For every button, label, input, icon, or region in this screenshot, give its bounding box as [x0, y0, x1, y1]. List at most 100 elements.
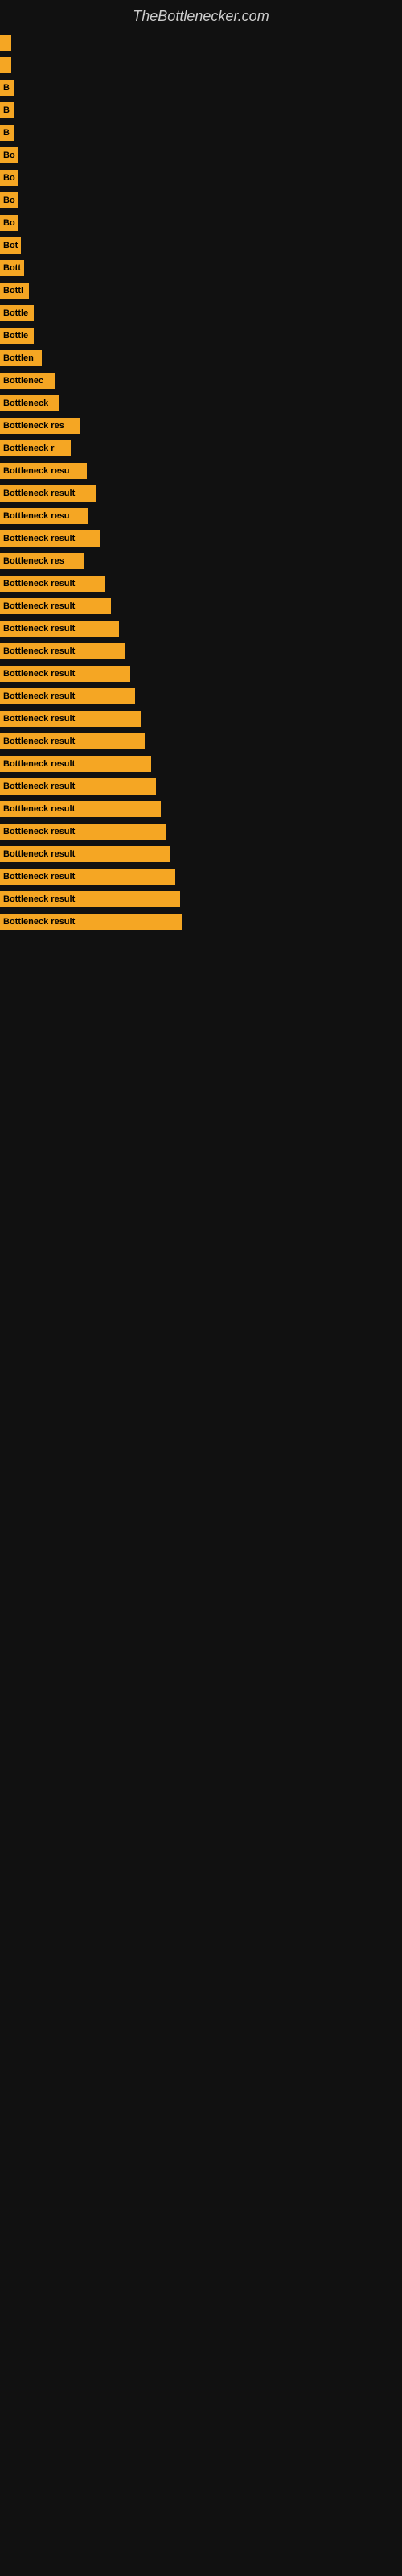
bar-label: Bo — [0, 192, 18, 208]
bar-label: Bottleneck result — [0, 846, 170, 862]
chart-row: Bo — [0, 191, 402, 210]
bar-spacer — [34, 305, 402, 321]
bar-spacer — [88, 508, 402, 524]
chart-row: Bottleneck result — [0, 912, 402, 931]
bar-label: Bottleneck result — [0, 778, 156, 795]
bar-spacer — [145, 733, 402, 749]
bar-spacer — [11, 35, 402, 51]
chart-row: Bottle — [0, 326, 402, 345]
bar-spacer — [96, 485, 402, 502]
chart-row: Bottleneck result — [0, 529, 402, 548]
bar-label: Bottleneck result — [0, 666, 130, 682]
bar-label: Bottle — [0, 305, 34, 321]
bar-label: Bott — [0, 260, 24, 276]
chart-row — [0, 33, 402, 52]
chart-row: Bottleneck result — [0, 709, 402, 729]
bar-label — [0, 57, 11, 73]
bar-label: Bottleneck result — [0, 688, 135, 704]
bar-label: Bottleneck r — [0, 440, 71, 456]
bar-spacer — [166, 824, 402, 840]
bar-label: Bottlenec — [0, 373, 55, 389]
bar-spacer — [18, 170, 402, 186]
bar-spacer — [130, 666, 402, 682]
bar-spacer — [180, 891, 402, 907]
chart-row: Bottleneck result — [0, 867, 402, 886]
bar-spacer — [24, 260, 402, 276]
bar-spacer — [141, 711, 402, 727]
bar-spacer — [170, 846, 402, 862]
chart-row: Bottleneck result — [0, 844, 402, 864]
bar-label: Bottleneck result — [0, 643, 125, 659]
bar-label: Bottleneck res — [0, 418, 80, 434]
chart-row: B — [0, 123, 402, 142]
bar-label: Bottleneck resu — [0, 508, 88, 524]
chart-row: Bottleneck result — [0, 574, 402, 593]
bar-spacer — [71, 440, 402, 456]
chart-row: Bottlenec — [0, 371, 402, 390]
bar-label: Bottleneck resu — [0, 463, 87, 479]
bar-spacer — [34, 328, 402, 344]
bar-label: Bottl — [0, 283, 29, 299]
bar-spacer — [18, 147, 402, 163]
bar-label: Bo — [0, 147, 18, 163]
bar-spacer — [151, 756, 402, 772]
chart-row: Bottleneck — [0, 394, 402, 413]
bar-label: Bottleneck result — [0, 598, 111, 614]
chart-row: Bott — [0, 258, 402, 278]
bar-spacer — [119, 621, 402, 637]
bar-label: Bottleneck result — [0, 576, 105, 592]
bar-spacer — [42, 350, 402, 366]
bar-spacer — [111, 598, 402, 614]
chart-row: Bottleneck result — [0, 484, 402, 503]
bar-label: Bottleneck result — [0, 801, 161, 817]
chart-row: Bottleneck res — [0, 551, 402, 571]
bar-label: Bottleneck result — [0, 621, 119, 637]
chart-row: Bottleneck result — [0, 687, 402, 706]
chart-row: B — [0, 78, 402, 97]
bar-spacer — [161, 801, 402, 817]
chart-row: Bottleneck resu — [0, 461, 402, 481]
chart-row: Bottleneck resu — [0, 506, 402, 526]
bar-label: Bottleneck result — [0, 891, 180, 907]
chart-row: Bottl — [0, 281, 402, 300]
chart-row: Bo — [0, 146, 402, 165]
bar-label: Bo — [0, 215, 18, 231]
bar-label: Bottleneck result — [0, 711, 141, 727]
chart-row: Bottleneck result — [0, 664, 402, 683]
bar-label: B — [0, 80, 14, 96]
bar-label: Bottleneck result — [0, 756, 151, 772]
bar-label: B — [0, 125, 14, 141]
bar-label: Bottleneck — [0, 395, 59, 411]
chart-row: Bo — [0, 168, 402, 188]
bar-label: Bo — [0, 170, 18, 186]
bar-spacer — [55, 373, 402, 389]
bar-spacer — [156, 778, 402, 795]
bar-spacer — [125, 643, 402, 659]
chart-row: Bottleneck result — [0, 619, 402, 638]
bar-spacer — [14, 80, 402, 96]
bar-spacer — [135, 688, 402, 704]
bar-label: Bottle — [0, 328, 34, 344]
chart-row: Bottleneck res — [0, 416, 402, 436]
bar-spacer — [80, 418, 402, 434]
bar-label: Bottleneck result — [0, 733, 145, 749]
bar-spacer — [14, 125, 402, 141]
bar-spacer — [59, 395, 402, 411]
bar-label: Bottleneck res — [0, 553, 84, 569]
chart-row: Bottleneck result — [0, 732, 402, 751]
bar-label: Bottleneck result — [0, 824, 166, 840]
chart-row: Bot — [0, 236, 402, 255]
chart-row: Bottle — [0, 303, 402, 323]
bar-label: Bottleneck result — [0, 530, 100, 547]
bar-label: B — [0, 102, 14, 118]
chart-row: Bottleneck result — [0, 754, 402, 774]
bar-spacer — [87, 463, 402, 479]
bar-spacer — [182, 914, 402, 930]
bar-spacer — [11, 57, 402, 73]
chart-row: Bottleneck result — [0, 822, 402, 841]
bar-label: Bottleneck result — [0, 869, 175, 885]
bar-spacer — [84, 553, 402, 569]
chart-row: Bottleneck result — [0, 597, 402, 616]
bar-spacer — [175, 869, 402, 885]
bar-spacer — [105, 576, 402, 592]
